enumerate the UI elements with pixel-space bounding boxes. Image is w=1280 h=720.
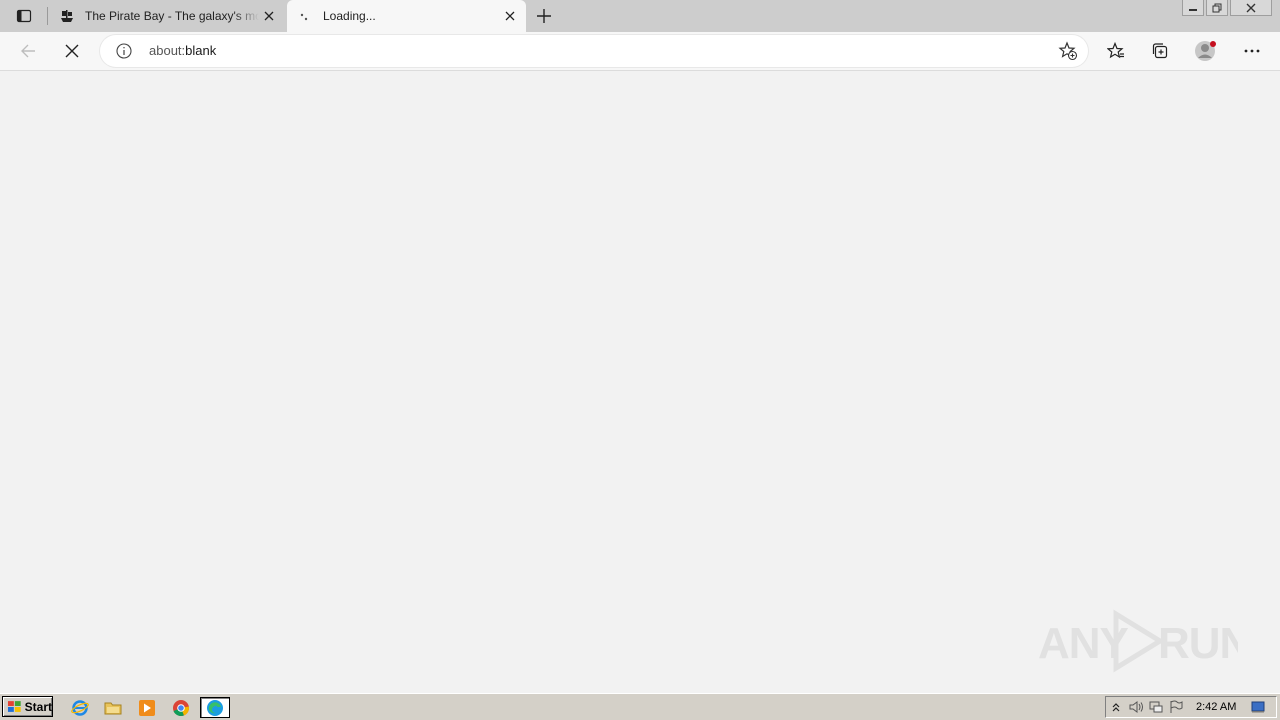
- restore-button[interactable]: [1206, 0, 1228, 16]
- restore-icon: [1212, 3, 1222, 12]
- windows-logo-icon: [7, 700, 21, 712]
- more-icon: [1244, 49, 1260, 53]
- media-player-icon[interactable]: [136, 697, 158, 718]
- collections-button[interactable]: [1144, 35, 1176, 67]
- collections-icon: [1152, 43, 1168, 59]
- close-icon: [1246, 3, 1256, 12]
- address-text[interactable]: about:blank: [149, 43, 216, 58]
- stop-loading-button[interactable]: [56, 35, 88, 67]
- info-icon[interactable]: [116, 43, 132, 59]
- tab-strip: The Pirate Bay - The galaxy's most resil…: [0, 0, 1280, 32]
- clock[interactable]: 2:42 AM: [1196, 701, 1236, 713]
- anyrun-logo: ANY RUN: [1038, 609, 1238, 673]
- svg-text:RUN: RUN: [1158, 619, 1238, 668]
- show-desktop-icon[interactable]: [1248, 698, 1268, 716]
- network-icon[interactable]: [1146, 698, 1166, 716]
- action-center-flag-icon[interactable]: [1166, 698, 1186, 716]
- start-label: Start: [24, 699, 52, 714]
- close-tab-icon[interactable]: [500, 6, 520, 26]
- tab-title: The Pirate Bay - The galaxy's most resil…: [85, 9, 259, 23]
- tab-pirate-bay[interactable]: The Pirate Bay - The galaxy's most resil…: [49, 0, 285, 32]
- tab-title: Loading...: [323, 9, 376, 23]
- url-path: blank: [185, 43, 217, 58]
- chrome-icon[interactable]: [170, 697, 192, 718]
- profile-button[interactable]: [1190, 35, 1222, 67]
- plus-icon: [537, 9, 551, 23]
- show-hidden-icons-icon[interactable]: [1106, 698, 1126, 716]
- edge-icon[interactable]: [200, 697, 230, 718]
- start-button[interactable]: Start: [2, 696, 53, 717]
- add-favorite-button[interactable]: [1058, 41, 1078, 61]
- url-scheme: about:: [149, 43, 186, 58]
- pirate-ship-icon: [59, 8, 75, 24]
- loading-spinner-icon: [297, 8, 313, 24]
- anyrun-watermark: ANY RUN: [1038, 608, 1238, 674]
- star-add-icon: [1058, 41, 1078, 61]
- window-controls: [1182, 0, 1272, 18]
- page-content: [0, 71, 1280, 693]
- tab-actions-icon: [16, 9, 32, 23]
- favorites-button[interactable]: [1100, 35, 1132, 67]
- internet-explorer-icon[interactable]: [69, 697, 91, 718]
- folder-icon[interactable]: [102, 697, 124, 718]
- new-tab-button[interactable]: [532, 4, 556, 28]
- tab-loading[interactable]: Loading...: [287, 0, 526, 32]
- address-bar[interactable]: about:blank: [100, 35, 1088, 67]
- volume-icon[interactable]: [1126, 698, 1146, 716]
- settings-more-button[interactable]: [1236, 35, 1268, 67]
- minimize-icon: [1189, 8, 1197, 11]
- tab-actions-button[interactable]: [0, 0, 48, 32]
- windows-taskbar: Start 2:42 AM: [0, 693, 1280, 720]
- avatar: [1195, 41, 1216, 61]
- favorites-star-icon: [1107, 42, 1124, 59]
- close-tab-icon[interactable]: [259, 6, 279, 26]
- stop-icon: [65, 44, 79, 58]
- system-tray: 2:42 AM: [1105, 696, 1277, 718]
- close-window-button[interactable]: [1230, 0, 1272, 16]
- tab-separator: [47, 7, 48, 25]
- back-button[interactable]: [12, 35, 44, 67]
- minimize-button[interactable]: [1182, 0, 1204, 16]
- back-arrow-icon: [21, 44, 35, 58]
